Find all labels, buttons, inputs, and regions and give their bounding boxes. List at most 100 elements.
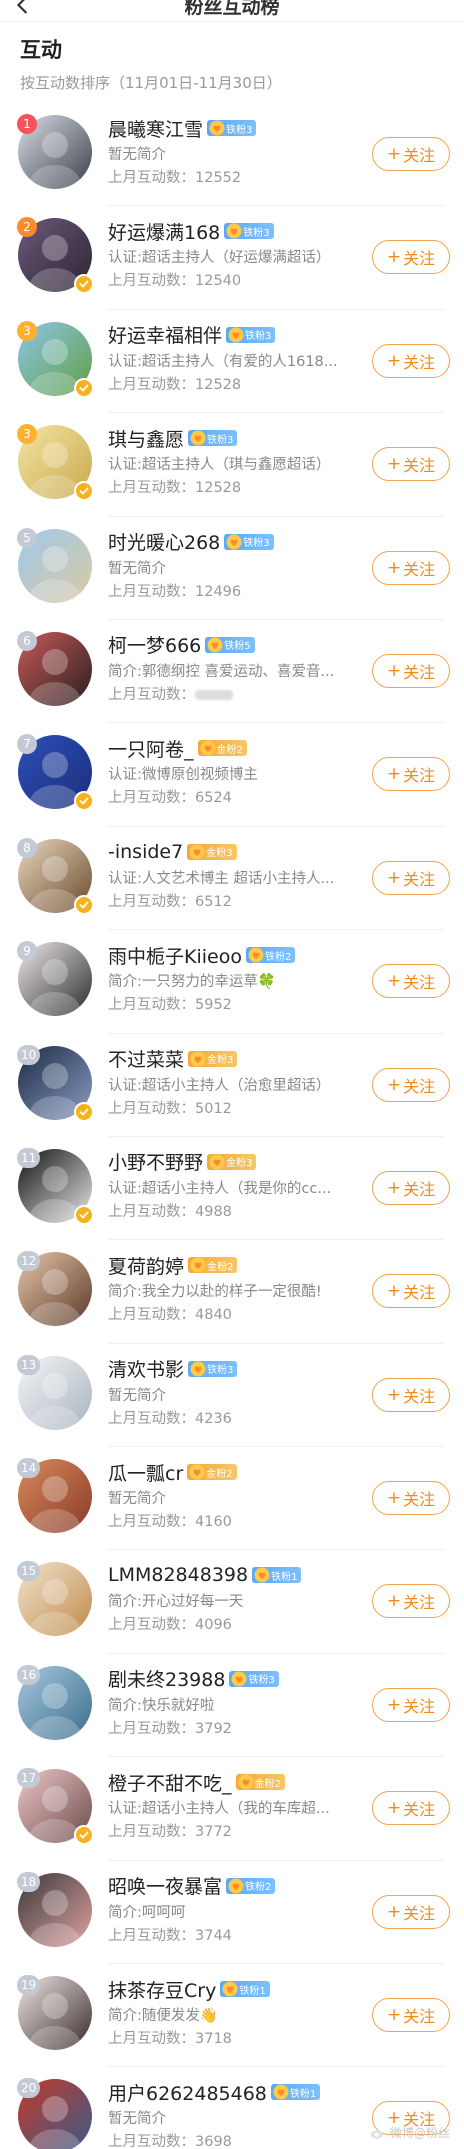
follow-button[interactable]: + 关注 — [372, 343, 450, 378]
user-name[interactable]: 好运爆满168 — [108, 218, 220, 245]
user-avatar[interactable]: 5 — [17, 527, 92, 603]
user-avatar[interactable]: 20 — [17, 2078, 92, 2149]
user-avatar[interactable]: 16 — [17, 1664, 92, 1740]
user-avatar[interactable]: 12 — [17, 1251, 92, 1327]
user-row[interactable]: 8 -inside7 金粉3 认证:人文艺术博主 超话小主持人... 上月互动数… — [0, 827, 464, 931]
fan-level-badge: 金粉3 — [188, 1050, 238, 1067]
follow-button[interactable]: + 关注 — [372, 1687, 450, 1722]
user-row[interactable]: 1 晨曦寒江雪 铁粉3 暂无简介 上月互动数：12552 + 关注 — [0, 103, 464, 207]
plus-icon: + — [386, 971, 402, 992]
follow-button[interactable]: + 关注 — [372, 1274, 450, 1309]
user-name[interactable]: 剧未终23988 — [108, 1665, 225, 1692]
plus-icon: + — [386, 454, 402, 475]
user-name[interactable]: 小野不野野 — [108, 1148, 203, 1175]
follow-button[interactable]: + 关注 — [372, 1170, 450, 1205]
follow-label: 关注 — [403, 1903, 436, 1923]
user-name[interactable]: 晨曦寒江雪 — [108, 115, 203, 142]
user-avatar[interactable]: 17 — [17, 1768, 94, 1846]
follow-button[interactable]: + 关注 — [372, 240, 450, 275]
fan-level-text: 金粉3 — [226, 1158, 253, 1170]
user-avatar[interactable]: 2 — [17, 217, 94, 295]
user-description: 暂无简介 — [108, 2111, 166, 2128]
user-avatar[interactable]: 3 — [17, 320, 94, 398]
user-avatar[interactable]: 3 — [17, 424, 94, 502]
follow-button[interactable]: + 关注 — [372, 860, 450, 895]
user-name[interactable]: 时光暖心268 — [108, 528, 220, 555]
user-row[interactable]: 3 琪与鑫愿 铁粉3 认证:超话主持人（琪与鑫愿超话） 上月互动数：12528 … — [0, 413, 464, 517]
user-name[interactable]: 抹茶存豆Cry — [108, 1976, 216, 2003]
follow-label: 关注 — [403, 869, 436, 889]
user-row[interactable]: 9 雨中栀子Kiieoo 铁粉2 简介:一只努力的幸运草🍀 上月互动数：5952… — [0, 930, 464, 1034]
user-avatar[interactable]: 1 — [17, 114, 92, 189]
fan-heart-icon — [209, 1154, 225, 1170]
user-name[interactable]: 橙子不甜不吃_ — [108, 1769, 232, 1796]
follow-button[interactable]: + 关注 — [372, 1791, 450, 1826]
fan-heart-icon — [228, 327, 244, 343]
follow-button[interactable]: + 关注 — [372, 1067, 450, 1102]
user-avatar[interactable]: 10 — [17, 1044, 94, 1122]
follow-button[interactable]: + 关注 — [372, 137, 450, 171]
user-row[interactable]: 15 LMM82848398 铁粉1 简介:开心过好每一天 上月互动数：4096… — [0, 1550, 464, 1655]
user-description: 认证:超话小主持人（治愈里超话） — [108, 1077, 331, 1094]
user-row[interactable]: 19 抹茶存豆Cry 铁粉1 简介:随便发发👋 上月互动数：3718 + 关注 — [0, 1964, 464, 2068]
user-avatar[interactable]: 15 — [17, 1561, 92, 1637]
user-row[interactable]: 12 夏荷韵婷 金粉2 简介:我全力以赴的样子一定很酷! 上月互动数：4840 … — [0, 1240, 464, 1345]
follow-button[interactable]: + 关注 — [372, 1377, 450, 1412]
user-row[interactable]: 5 时光暖心268 铁粉3 暂无简介 上月互动数：12496 + 关注 — [0, 517, 464, 621]
user-row[interactable]: 7 一只阿卷_ 金粉2 认证:微博原创视频博主 上月互动数：6524 + 关注 — [0, 723, 464, 828]
follow-button[interactable]: + 关注 — [372, 964, 450, 999]
follow-button[interactable]: + 关注 — [372, 550, 450, 585]
user-description: 简介:我全力以赴的样子一定很酷! — [108, 1284, 322, 1301]
user-avatar[interactable]: 8 — [17, 837, 94, 915]
user-name[interactable]: 柯一梦666 — [108, 631, 201, 658]
section-title: 互动 — [20, 38, 62, 62]
user-row[interactable]: 3 好运幸福相伴 铁粉3 认证:超话主持人（有爱的人1618... 上月互动数：… — [0, 310, 464, 414]
user-row[interactable]: 6 柯一梦666 铁粉5 简介:郭德纲控 喜爱运动、喜爱音... 上月互动数： … — [0, 620, 464, 724]
follow-button[interactable]: + 关注 — [372, 1998, 450, 2033]
user-avatar[interactable]: 7 — [17, 734, 94, 812]
fan-heart-icon — [248, 947, 264, 963]
interaction-count: 上月互动数：4160 — [108, 1511, 356, 1533]
user-avatar[interactable]: 18 — [17, 1871, 92, 1947]
user-row[interactable]: 14 瓜一瓢cr 金粉2 暂无简介 上月互动数：4160 + 关注 — [0, 1447, 464, 1551]
plus-icon: + — [386, 1074, 402, 1095]
user-avatar[interactable]: 11 — [17, 1147, 94, 1225]
user-name[interactable]: 一只阿卷_ — [108, 735, 194, 762]
user-name[interactable]: 瓜一瓢cr — [108, 1459, 183, 1486]
user-name[interactable]: LMM82848398 — [108, 1564, 248, 1586]
user-row[interactable]: 13 清欢书影 铁粉3 暂无简介 上月互动数：4236 + 关注 — [0, 1344, 464, 1448]
user-avatar[interactable]: 13 — [17, 1354, 92, 1430]
user-row[interactable]: 11 小野不野野 金粉3 认证:超话小主持人（我是你的cc... 上月互动数：4… — [0, 1137, 464, 1241]
user-row[interactable]: 16 剧未终23988 铁粉3 简介:快乐就好啦 上月互动数：3792 + 关注 — [0, 1654, 464, 1758]
user-avatar[interactable]: 6 — [17, 630, 92, 706]
user-name[interactable]: 清欢书影 — [108, 1355, 184, 1382]
fan-level-text: 铁粉2 — [245, 1882, 272, 1894]
user-avatar[interactable]: 9 — [17, 941, 92, 1017]
user-name[interactable]: 雨中栀子Kiieoo — [108, 942, 242, 969]
user-row[interactable]: 18 昭唤一夜暴富 铁粉2 简介:呵呵呵 上月互动数：3744 + 关注 — [0, 1861, 464, 1965]
user-name[interactable]: -inside7 — [108, 841, 183, 863]
follow-button[interactable]: + 关注 — [372, 1894, 450, 1929]
interaction-count-text: 上月互动数：3744 — [108, 1927, 232, 1944]
user-name[interactable]: 好运幸福相伴 — [108, 321, 222, 348]
follow-button[interactable]: + 关注 — [372, 757, 450, 792]
user-info: 夏荷韵婷 金粉2 简介:我全力以赴的样子一定很酷! 上月互动数：4840 — [108, 1250, 356, 1326]
verified-badge-icon — [74, 481, 94, 502]
user-name[interactable]: 用户6262485468 — [108, 2079, 267, 2106]
user-row[interactable]: 2 好运爆满168 铁粉3 认证:超话主持人（好运爆满超话） 上月互动数：125… — [0, 206, 464, 311]
user-name[interactable]: 夏荷韵婷 — [108, 1252, 184, 1279]
user-name[interactable]: 不过菜菜 — [108, 1045, 184, 1072]
follow-button[interactable]: + 关注 — [372, 1584, 450, 1619]
user-name[interactable]: 琪与鑫愿 — [108, 425, 184, 452]
fan-level-badge: 金粉2 — [197, 740, 247, 757]
follow-button[interactable]: + 关注 — [372, 1481, 450, 1516]
follow-button[interactable]: + 关注 — [372, 653, 450, 688]
user-row[interactable]: 10 不过菜菜 金粉3 认证:超话小主持人（治愈里超话） 上月互动数：5012 … — [0, 1034, 464, 1138]
user-avatar[interactable]: 19 — [17, 1975, 92, 2051]
user-description: 认证:微博原创视频博主 — [108, 767, 258, 784]
fan-level-badge: 铁粉3 — [207, 120, 257, 136]
follow-button[interactable]: + 关注 — [372, 447, 450, 482]
user-name[interactable]: 昭唤一夜暴富 — [108, 1872, 222, 1899]
user-avatar[interactable]: 14 — [17, 1458, 92, 1534]
user-row[interactable]: 17 橙子不甜不吃_ 金粉2 认证:超话小主持人（我的车库超... 上月互动数：… — [0, 1757, 464, 1862]
